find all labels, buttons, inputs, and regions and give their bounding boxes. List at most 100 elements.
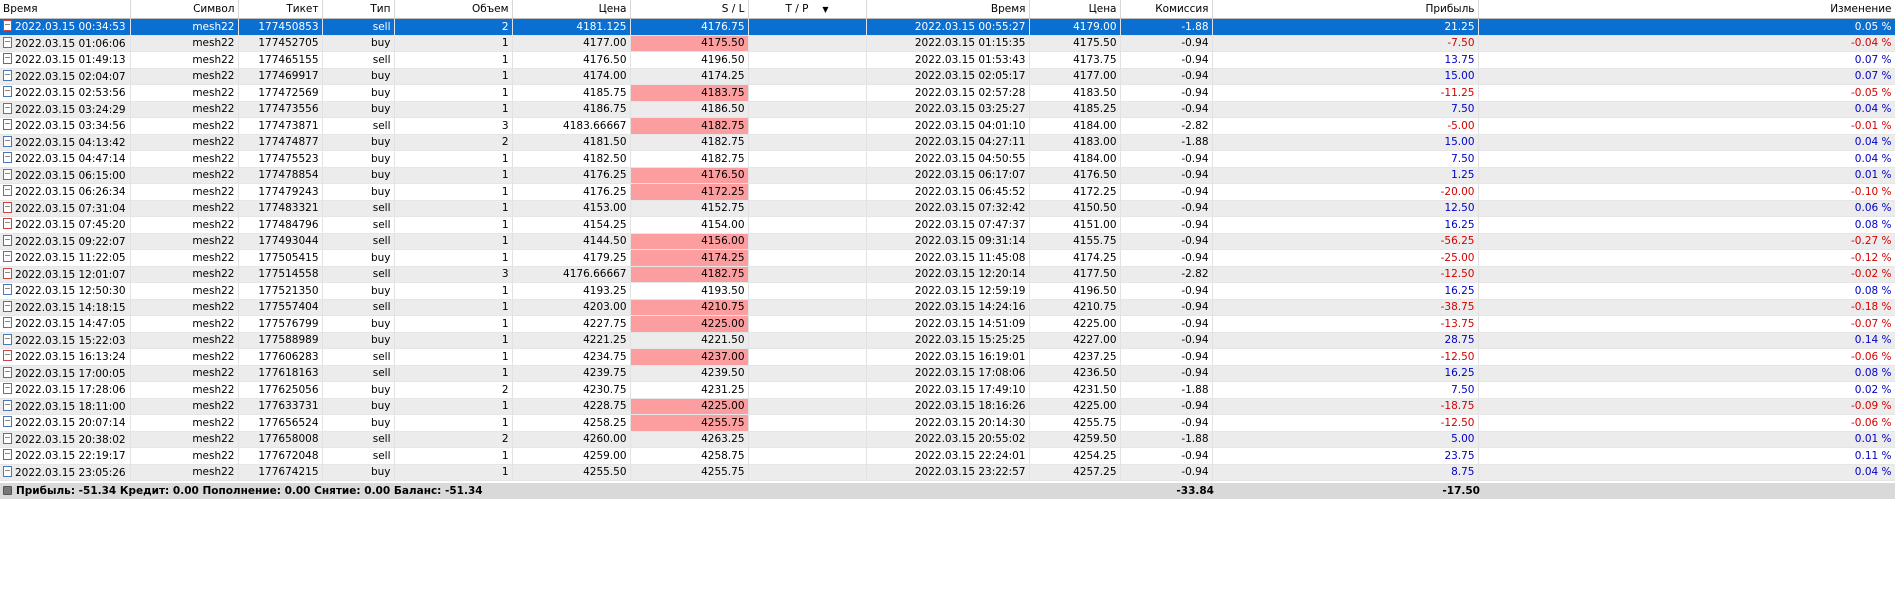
- table-row[interactable]: 2022.03.15 11:22:05 mesh22 177505415 buy 1 41…: [0, 249, 1895, 267]
- col-header-time[interactable]: Время: [0, 0, 131, 19]
- cell-commission: -0.94: [1120, 233, 1213, 250]
- table-row[interactable]: 2022.03.15 01:06:06 mesh22 177452705 buy 1 41…: [0, 35, 1895, 52]
- sort-down-icon[interactable]: ▼: [822, 5, 828, 14]
- table-row[interactable]: 2022.03.15 16:13:24 mesh22 177606283 sell 1 4…: [0, 348, 1895, 366]
- cell-time: 2022.03.15 04:47:14: [0, 150, 131, 168]
- table-row[interactable]: 2022.03.15 00:34:53 mesh22 177450853 sell 2 4…: [0, 18, 1895, 36]
- cell-time-text: 2022.03.15 07:45:20: [15, 219, 126, 232]
- col-header-ticket[interactable]: Тикет: [238, 0, 323, 19]
- cell-profit: -13.75: [1212, 315, 1479, 333]
- cell-type: buy: [322, 167, 395, 184]
- col-header-close-time[interactable]: Время: [866, 0, 1030, 19]
- table-row[interactable]: 2022.03.15 15:22:03 mesh22 177588989 buy 1 42…: [0, 332, 1895, 349]
- cell-time: 2022.03.15 14:47:05: [0, 315, 131, 333]
- cell-close-price: 4184.00: [1029, 117, 1121, 135]
- cell-type: sell: [322, 18, 395, 36]
- cell-change: 0.06 %: [1478, 200, 1895, 217]
- cell-close-time: 2022.03.15 17:49:10: [866, 381, 1030, 399]
- table-row[interactable]: 2022.03.15 07:45:20 mesh22 177484796 sell 1 4…: [0, 216, 1895, 234]
- col-header-type[interactable]: Тип: [322, 0, 395, 19]
- cell-tp: [748, 282, 867, 300]
- cell-profit: -5.00: [1212, 117, 1479, 135]
- summary-commission-total: -33.84: [1176, 485, 1214, 497]
- col-header-symbol[interactable]: Символ: [130, 0, 239, 19]
- cell-profit: -56.25: [1212, 233, 1479, 250]
- cell-symbol: mesh22: [130, 18, 239, 36]
- cell-close-price: 4257.25: [1029, 464, 1121, 481]
- col-header-price[interactable]: Цена: [512, 0, 631, 19]
- table-row[interactable]: 2022.03.15 14:47:05 mesh22 177576799 buy 1 42…: [0, 315, 1895, 333]
- cell-time: 2022.03.15 06:26:34: [0, 183, 131, 201]
- table-row[interactable]: 2022.03.15 03:34:56 mesh22 177473871 sell 3 4…: [0, 117, 1895, 135]
- cell-ticket: 177505415: [238, 249, 323, 267]
- cell-close-time: 2022.03.15 14:51:09: [866, 315, 1030, 333]
- table-row[interactable]: 2022.03.15 20:38:02 mesh22 177658008 sell 2 4…: [0, 431, 1895, 448]
- cell-sl: 4182.75: [630, 266, 749, 283]
- cell-volume: 1: [394, 200, 513, 217]
- cell-price: 4230.75: [512, 381, 631, 399]
- table-row[interactable]: 2022.03.15 02:04:07 mesh22 177469917 buy 1 41…: [0, 68, 1895, 85]
- cell-price: 4153.00: [512, 200, 631, 217]
- cell-type: sell: [322, 365, 395, 382]
- cell-time-text: 2022.03.15 06:15:00: [15, 169, 126, 182]
- cell-symbol: mesh22: [130, 365, 239, 382]
- col-header-commission[interactable]: Комиссия: [1120, 0, 1213, 19]
- table-row[interactable]: 2022.03.15 02:53:56 mesh22 177472569 buy 1 41…: [0, 84, 1895, 102]
- cell-sl: 4258.75: [630, 447, 749, 465]
- cell-close-time: 2022.03.15 06:17:07: [866, 167, 1030, 184]
- table-row[interactable]: 2022.03.15 18:11:00 mesh22 177633731 buy 1 42…: [0, 398, 1895, 415]
- table-row[interactable]: 2022.03.15 09:22:07 mesh22 177493044 sell 1 4…: [0, 233, 1895, 250]
- cell-change: -0.09 %: [1478, 398, 1895, 415]
- table-row[interactable]: 2022.03.15 23:05:26 mesh22 177674215 buy 1 42…: [0, 464, 1895, 481]
- cell-ticket: 177557404: [238, 299, 323, 316]
- cell-time: 2022.03.15 03:24:29: [0, 101, 131, 118]
- table-row[interactable]: 2022.03.15 06:15:00 mesh22 177478854 buy 1 41…: [0, 167, 1895, 184]
- cell-tp: [748, 315, 867, 333]
- cell-commission: -0.94: [1120, 183, 1213, 201]
- col-header-change[interactable]: Изменение: [1478, 0, 1895, 19]
- cell-volume: 1: [394, 315, 513, 333]
- table-row[interactable]: 2022.03.15 12:50:30 mesh22 177521350 buy 1 41…: [0, 282, 1895, 300]
- cell-volume: 1: [394, 84, 513, 102]
- cell-close-time: 2022.03.15 16:19:01: [866, 348, 1030, 366]
- table-row[interactable]: 2022.03.15 17:28:06 mesh22 177625056 buy 2 42…: [0, 381, 1895, 399]
- table-row[interactable]: 2022.03.15 03:24:29 mesh22 177473556 buy 1 41…: [0, 101, 1895, 118]
- cell-ticket: 177521350: [238, 282, 323, 300]
- cell-profit: 7.50: [1212, 101, 1479, 118]
- table-row[interactable]: 2022.03.15 22:19:17 mesh22 177672048 sell 1 4…: [0, 447, 1895, 465]
- cell-symbol: mesh22: [130, 117, 239, 135]
- col-header-sl[interactable]: S / L: [630, 0, 749, 19]
- cell-time: 2022.03.15 02:04:07: [0, 68, 131, 85]
- cell-time-text: 2022.03.15 17:28:06: [15, 384, 126, 397]
- table-row[interactable]: 2022.03.15 04:47:14 mesh22 177475523 buy 1 41…: [0, 150, 1895, 168]
- cell-close-time: 2022.03.15 15:25:25: [866, 332, 1030, 349]
- col-header-tp[interactable]: T / P ▼: [748, 0, 867, 19]
- table-row[interactable]: 2022.03.15 20:07:14 mesh22 177656524 buy 1 42…: [0, 414, 1895, 432]
- cell-volume: 1: [394, 233, 513, 250]
- cell-ticket: 177473556: [238, 101, 323, 118]
- cell-tp: [748, 68, 867, 85]
- cell-ticket: 177633731: [238, 398, 323, 415]
- cell-tp: [748, 431, 867, 448]
- table-row[interactable]: 2022.03.15 14:18:15 mesh22 177557404 sell 1 4…: [0, 299, 1895, 316]
- cell-close-price: 4173.75: [1029, 51, 1121, 69]
- cell-commission: -0.94: [1120, 150, 1213, 168]
- cell-time-text: 2022.03.15 11:22:05: [15, 252, 126, 265]
- table-row[interactable]: 2022.03.15 07:31:04 mesh22 177483321 sell 1 4…: [0, 200, 1895, 217]
- cell-ticket: 177469917: [238, 68, 323, 85]
- table-row[interactable]: 2022.03.15 01:49:13 mesh22 177465155 sell 1 4…: [0, 51, 1895, 69]
- col-header-profit[interactable]: Прибыль: [1212, 0, 1479, 19]
- col-header-close-price[interactable]: Цена: [1029, 0, 1121, 19]
- table-row[interactable]: 2022.03.15 12:01:07 mesh22 177514558 sell 3 4…: [0, 266, 1895, 283]
- deal-document-icon: [3, 168, 12, 180]
- col-header-volume[interactable]: Объем: [394, 0, 513, 19]
- cell-close-time: 2022.03.15 07:32:42: [866, 200, 1030, 217]
- table-row[interactable]: 2022.03.15 04:13:42 mesh22 177474877 buy 2 41…: [0, 134, 1895, 151]
- table-row[interactable]: 2022.03.15 17:00:05 mesh22 177618163 sell 1 4…: [0, 365, 1895, 382]
- cell-commission: -0.94: [1120, 464, 1213, 481]
- cell-volume: 1: [394, 365, 513, 382]
- cell-ticket: 177450853: [238, 18, 323, 36]
- table-row[interactable]: 2022.03.15 06:26:34 mesh22 177479243 buy 1 41…: [0, 183, 1895, 201]
- cell-symbol: mesh22: [130, 183, 239, 201]
- cell-volume: 2: [394, 18, 513, 36]
